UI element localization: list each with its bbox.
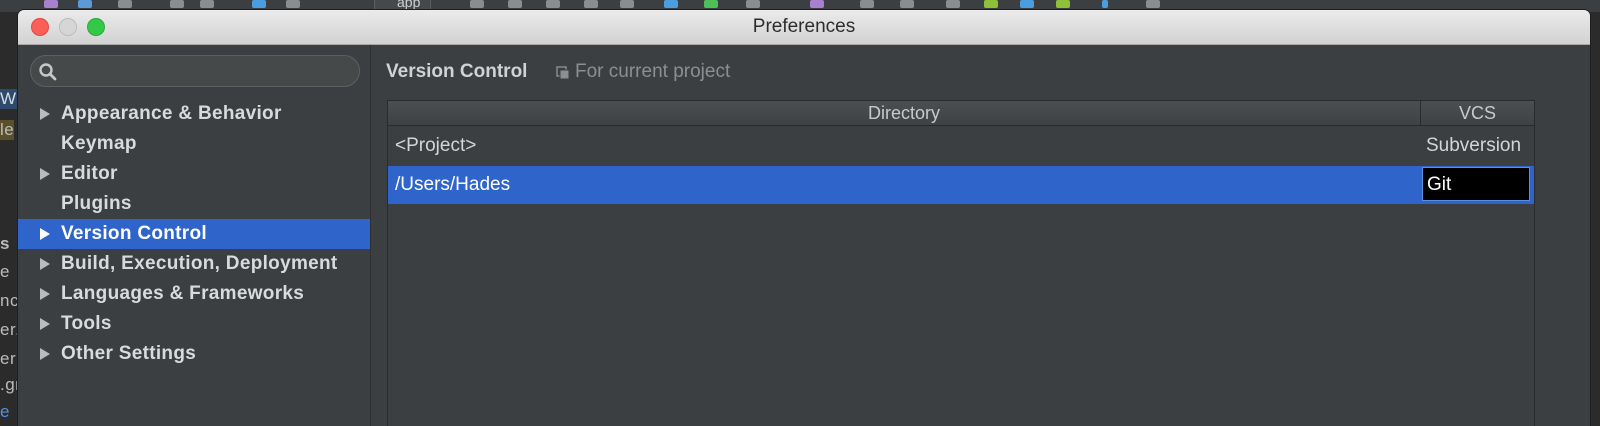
- expand-arrow-icon[interactable]: [40, 228, 50, 240]
- sidebar-item-label: Appearance & Behavior: [61, 103, 282, 124]
- sidebar-item-label: Editor: [61, 163, 118, 184]
- ide-text-fragment: le: [0, 120, 15, 140]
- toolbar-icon[interactable]: [900, 0, 914, 8]
- toolbar-icon[interactable]: [118, 0, 132, 8]
- vcs-cell-editor[interactable]: Git: [1422, 167, 1530, 201]
- column-header-directory[interactable]: Directory: [388, 101, 1421, 126]
- toolbar-icon[interactable]: [1020, 0, 1034, 8]
- android-icon[interactable]: [1146, 0, 1160, 8]
- toolbar-icon[interactable]: [704, 0, 718, 8]
- sidebar-item-other-settings[interactable]: Other Settings: [18, 339, 370, 369]
- settings-sidebar: Appearance & Behavior Keymap Editor Plug…: [18, 45, 371, 426]
- preferences-dialog: Preferences Appearance & Behavior Keymap…: [18, 10, 1590, 426]
- stop-icon[interactable]: [620, 0, 634, 8]
- table-row[interactable]: <Project> Subversion: [388, 127, 1534, 165]
- title-bar[interactable]: Preferences: [18, 10, 1590, 45]
- toolbar-icon[interactable]: [252, 0, 266, 8]
- ide-right-edge: [1590, 12, 1600, 426]
- page-title: Version Control: [386, 61, 528, 82]
- android-icon[interactable]: [984, 0, 998, 8]
- ide-text-fragment: er.: [0, 320, 18, 339]
- expand-arrow-icon[interactable]: [40, 288, 50, 300]
- expand-arrow-icon[interactable]: [40, 258, 50, 270]
- ide-text-fragment: e: [0, 262, 10, 281]
- toolbar-icon[interactable]: [584, 0, 598, 8]
- ide-text-fragment: nc: [0, 291, 18, 310]
- expand-arrow-icon[interactable]: [40, 318, 50, 330]
- expand-arrow-icon[interactable]: [40, 168, 50, 180]
- scope-label: For current project: [575, 61, 731, 82]
- search-field[interactable]: [30, 55, 360, 87]
- project-scope-icon: [556, 66, 570, 80]
- dialog-title: Preferences: [752, 16, 856, 37]
- expand-arrow-icon[interactable]: [40, 348, 50, 360]
- android-icon[interactable]: [1056, 0, 1070, 8]
- table-row-selected[interactable]: /Users/Hades Git: [388, 166, 1534, 204]
- toolbar-icon[interactable]: [200, 0, 214, 8]
- vcs-mappings-table[interactable]: Directory VCS <Project> Subversion /User…: [387, 100, 1535, 426]
- toolbar-icon[interactable]: [546, 0, 560, 8]
- sidebar-item-label: Keymap: [61, 133, 137, 154]
- ide-text-fragment: Wo: [0, 89, 18, 109]
- sidebar-item-editor[interactable]: Editor: [18, 159, 370, 189]
- ide-project-panel: Wo le s e nc er. err .gr e: [0, 12, 18, 426]
- toolbar-icon[interactable]: [170, 0, 184, 8]
- toolbar-icon[interactable]: [860, 0, 874, 8]
- toolbar-icon[interactable]: [286, 0, 300, 8]
- toolbar-icon[interactable]: [810, 0, 824, 8]
- sidebar-item-label: Plugins: [61, 193, 132, 214]
- sidebar-item-label: Build, Execution, Deployment: [61, 253, 338, 274]
- sidebar-item-label: Other Settings: [61, 343, 197, 364]
- sidebar-item-label: Version Control: [61, 223, 207, 244]
- vcs-cell[interactable]: Subversion: [1426, 127, 1521, 165]
- ide-text-fragment: e: [0, 402, 10, 421]
- toolbar-icon[interactable]: [1102, 0, 1108, 8]
- ide-text-fragment: s: [0, 234, 10, 253]
- directory-cell: /Users/Hades: [395, 174, 511, 195]
- ide-text-fragment: .gr: [0, 375, 18, 394]
- run-icon[interactable]: [470, 0, 484, 8]
- sidebar-item-tools[interactable]: Tools: [18, 309, 370, 339]
- sidebar-item-label: Languages & Frameworks: [61, 283, 305, 304]
- search-icon: [39, 63, 57, 81]
- toolbar-icon[interactable]: [44, 0, 58, 8]
- toolbar-icon[interactable]: [746, 0, 760, 8]
- sidebar-item-languages-frameworks[interactable]: Languages & Frameworks: [18, 279, 370, 309]
- toolbar-icon[interactable]: [664, 0, 678, 8]
- sidebar-item-appearance-behavior[interactable]: Appearance & Behavior: [18, 99, 370, 129]
- toolbar-icon[interactable]: [78, 0, 92, 8]
- sidebar-item-build-execution-deployment[interactable]: Build, Execution, Deployment: [18, 249, 370, 279]
- sidebar-item-label: Tools: [61, 313, 112, 334]
- directory-cell: <Project>: [395, 135, 477, 156]
- toolbar-icon[interactable]: [946, 0, 960, 8]
- sidebar-item-keymap[interactable]: Keymap: [18, 129, 370, 159]
- run-config-label: app: [397, 0, 421, 10]
- content-right-margin: [1551, 45, 1590, 426]
- sidebar-item-version-control[interactable]: Version Control: [18, 219, 370, 249]
- expand-arrow-icon[interactable]: [40, 108, 50, 120]
- settings-content: Version Control For current project Dire…: [371, 45, 1590, 426]
- column-header-vcs[interactable]: VCS: [1421, 101, 1534, 126]
- sidebar-item-plugins[interactable]: Plugins: [18, 189, 370, 219]
- ide-text-fragment: err: [0, 349, 18, 368]
- debug-icon[interactable]: [508, 0, 522, 8]
- search-input[interactable]: [63, 59, 353, 83]
